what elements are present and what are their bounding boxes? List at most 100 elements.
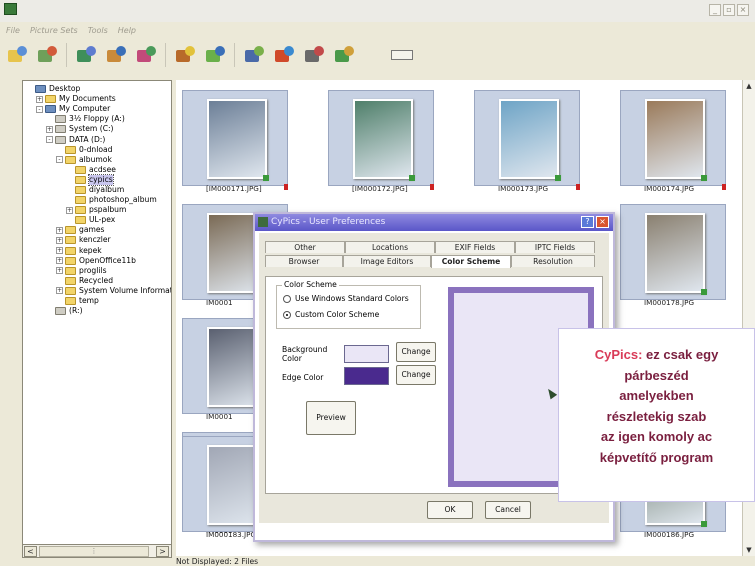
tree-node[interactable]: photoshop_album bbox=[23, 195, 171, 205]
rotate-button[interactable] bbox=[73, 42, 99, 68]
scroll-left-button[interactable]: < bbox=[24, 546, 37, 557]
expand-toggle-icon[interactable]: + bbox=[56, 287, 63, 295]
menu-help[interactable]: Help bbox=[118, 26, 136, 35]
tab-browser[interactable]: Browser bbox=[265, 255, 343, 267]
thumbnail-image bbox=[353, 99, 413, 179]
tree-node[interactable]: + proglils bbox=[23, 266, 171, 276]
tab-resolution[interactable]: Resolution bbox=[511, 255, 595, 267]
status-marker-icon bbox=[701, 521, 707, 527]
settings-button[interactable] bbox=[331, 42, 357, 68]
tree-node[interactable]: - albumok bbox=[23, 155, 171, 165]
change-edge-button[interactable]: Change bbox=[396, 365, 436, 385]
help-button[interactable]: ? bbox=[581, 216, 594, 228]
tree-node[interactable]: acdsee bbox=[23, 165, 171, 175]
ok-button[interactable]: OK bbox=[427, 501, 473, 519]
change-background-button[interactable]: Change bbox=[396, 342, 436, 362]
expand-toggle-icon[interactable]: + bbox=[56, 226, 63, 234]
thumbnail-caption: IM000186.JPG bbox=[644, 530, 695, 539]
expand-toggle-icon[interactable]: - bbox=[46, 136, 53, 144]
background-color-swatch[interactable] bbox=[344, 345, 389, 363]
tree-node[interactable]: Desktop bbox=[23, 84, 171, 94]
tab-iptc-fields[interactable]: IPTC Fields bbox=[515, 241, 595, 253]
tab-color-scheme[interactable]: Color Scheme bbox=[431, 255, 511, 268]
expand-toggle-icon[interactable]: - bbox=[36, 105, 43, 113]
thumbnail[interactable]: IM000173.JPG bbox=[468, 86, 586, 202]
tag-button[interactable] bbox=[202, 42, 228, 68]
radio-custom-scheme[interactable]: Custom Color Scheme bbox=[283, 310, 379, 319]
tab-image-editors[interactable]: Image Editors bbox=[343, 255, 431, 267]
expand-toggle-icon[interactable]: + bbox=[56, 236, 63, 244]
tab-exif-fields[interactable]: EXIF Fields bbox=[435, 241, 515, 253]
tree-node[interactable]: + OpenOffice11b bbox=[23, 256, 171, 266]
tree-node[interactable]: + kenczler bbox=[23, 235, 171, 245]
tree-node[interactable]: temp bbox=[23, 296, 171, 306]
tree-node[interactable]: - My Computer bbox=[23, 104, 171, 114]
menu-picture-sets[interactable]: Picture Sets bbox=[30, 26, 78, 35]
menu-file[interactable]: File bbox=[6, 26, 20, 35]
tree-node[interactable]: + System (C:) bbox=[23, 124, 171, 134]
scroll-thumb[interactable]: ⋮ bbox=[39, 546, 149, 557]
tree-node[interactable]: - DATA (D:) bbox=[23, 134, 171, 144]
tree-node[interactable]: Recycled bbox=[23, 276, 171, 286]
folder-tree[interactable]: Desktop + My Documents - My Computer 3½ Flopp… bbox=[22, 80, 172, 558]
folder-icon bbox=[65, 145, 76, 154]
status-marker-icon bbox=[701, 175, 707, 181]
tree-node[interactable]: cypics bbox=[23, 173, 171, 186]
toolbar-separator bbox=[66, 43, 67, 67]
close-button[interactable]: × bbox=[737, 4, 749, 16]
expand-toggle-icon[interactable]: + bbox=[56, 257, 63, 265]
tree-node[interactable]: + kepek bbox=[23, 246, 171, 256]
tree-node[interactable]: (R:) bbox=[23, 306, 171, 316]
expand-toggle-icon[interactable]: + bbox=[56, 247, 63, 255]
tree-node[interactable]: + pspalbum bbox=[23, 205, 171, 215]
open-button[interactable] bbox=[4, 42, 30, 68]
expand-toggle-icon[interactable]: + bbox=[66, 206, 73, 214]
thumbnail[interactable]: [IM000172.JPG] bbox=[322, 86, 440, 202]
radio-button[interactable] bbox=[283, 294, 291, 303]
slideshow-button[interactable] bbox=[271, 42, 297, 68]
expand-toggle-icon[interactable]: + bbox=[46, 125, 53, 133]
tree-node-label: System (C:) bbox=[69, 124, 114, 134]
cancel-button[interactable]: Cancel bbox=[485, 501, 531, 519]
folder-icon bbox=[75, 185, 86, 194]
dialog-close-button[interactable]: × bbox=[596, 216, 609, 228]
tree-horizontal-scrollbar[interactable]: < ⋮ > bbox=[22, 544, 172, 558]
tree-node[interactable]: 3½ Floppy (A:) bbox=[23, 114, 171, 124]
scroll-up-button[interactable]: ▲ bbox=[743, 80, 755, 92]
tree-node[interactable]: + System Volume Informat bbox=[23, 285, 172, 296]
dialog-title-bar[interactable]: CyPics - User Preferences ? × bbox=[255, 214, 613, 231]
tree-node[interactable]: 0-dnload bbox=[23, 145, 171, 155]
radio-button-selected[interactable] bbox=[283, 310, 291, 319]
tree-node[interactable]: + games bbox=[23, 225, 171, 235]
menu-tools[interactable]: Tools bbox=[88, 26, 108, 35]
grid-button[interactable] bbox=[241, 42, 267, 68]
tree-node[interactable]: + My Documents bbox=[23, 94, 171, 104]
caption-overlay: CyPics: ez csak egy párbeszéd amelyekben… bbox=[558, 328, 755, 502]
preview-button[interactable]: Preview bbox=[306, 401, 356, 435]
tree-node[interactable]: diyalbum bbox=[23, 185, 171, 195]
tab-locations[interactable]: Locations bbox=[345, 241, 435, 253]
scroll-right-button[interactable]: > bbox=[156, 546, 169, 557]
expand-toggle-icon[interactable]: + bbox=[36, 95, 43, 103]
thumbnail[interactable]: IM000174.JPG bbox=[614, 86, 732, 202]
tree-node-label: System Volume Informat bbox=[79, 285, 172, 295]
folder-icon bbox=[65, 236, 76, 245]
thumbnail[interactable]: [IM000171.JPG] bbox=[176, 86, 294, 202]
edit-button[interactable] bbox=[103, 42, 129, 68]
minimize-button[interactable]: _ bbox=[709, 4, 721, 16]
export-button[interactable] bbox=[133, 42, 159, 68]
camera-button[interactable] bbox=[301, 42, 327, 68]
paint-button[interactable] bbox=[172, 42, 198, 68]
maximize-button[interactable]: ▫ bbox=[723, 4, 735, 16]
thumbnail-caption: IM0001 bbox=[206, 298, 233, 307]
expand-toggle-icon[interactable]: - bbox=[56, 156, 63, 164]
edge-color-swatch[interactable] bbox=[344, 367, 389, 385]
expand-toggle-icon[interactable]: + bbox=[56, 267, 63, 275]
radio-windows-colors[interactable]: Use Windows Standard Colors bbox=[283, 294, 409, 303]
view-toggle-button[interactable] bbox=[389, 42, 415, 68]
tree-node[interactable]: UL-pex bbox=[23, 215, 171, 225]
thumbnail[interactable]: IM000178.JPG bbox=[614, 200, 732, 316]
images-button[interactable] bbox=[34, 42, 60, 68]
tab-other[interactable]: Other bbox=[265, 241, 345, 253]
scroll-down-button[interactable]: ▼ bbox=[743, 544, 755, 556]
